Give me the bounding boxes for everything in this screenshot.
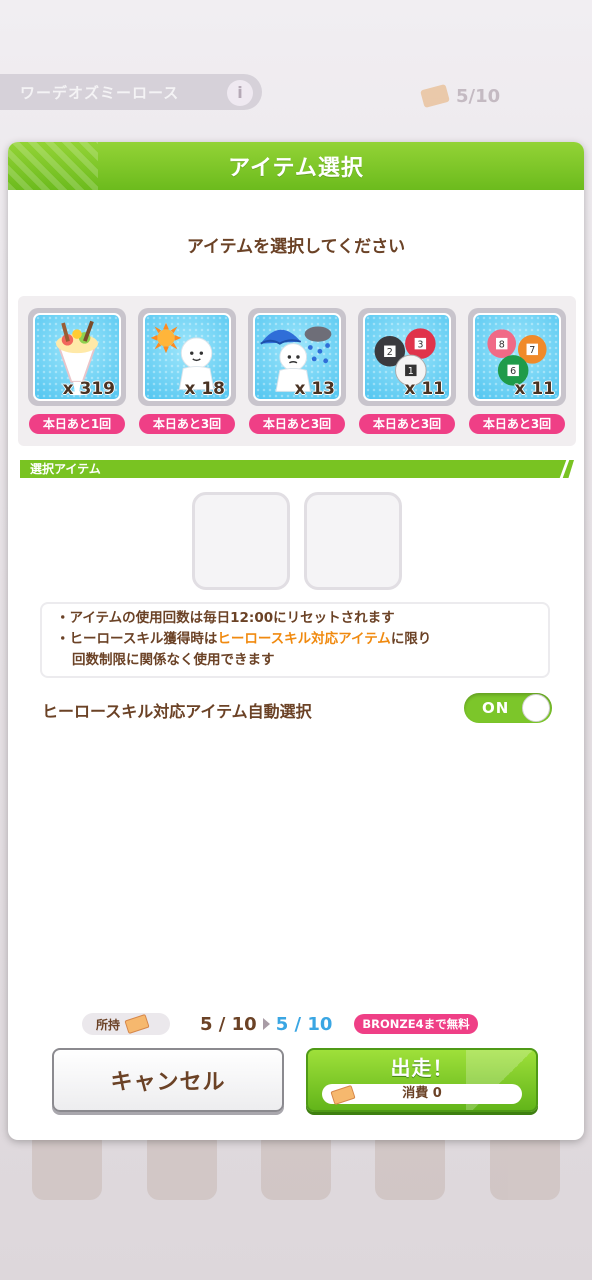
note-highlight: ヒーロースキル対応アイテム <box>217 631 391 647</box>
item-count: x 319 <box>62 379 115 399</box>
item-rainy-doll[interactable]: x 13 本日あと3回 <box>248 308 346 434</box>
note-line-1: ・アイテムの使用回数は毎日12:00にリセットされます <box>56 610 395 626</box>
dialog-title: アイテム選択 <box>228 156 364 181</box>
start-race-button[interactable]: 出走！ 消費 0 <box>306 1048 538 1112</box>
note-line-2: ・ヒーロースキル獲得時はヒーロースキル対応アイテムに限り <box>56 629 534 650</box>
item-card[interactable]: x 319 <box>28 308 126 406</box>
background-menu-tile <box>489 1130 560 1200</box>
usage-notes: ・アイテムの使用回数は毎日12:00にリセットされます ・ヒーロースキル獲得時は… <box>40 602 550 678</box>
selected-slot-2[interactable] <box>304 492 402 590</box>
items-panel: x 319 本日あと1回 x 18 本日あと3回 x 13 本日あと3回 2 3… <box>18 296 576 446</box>
free-until-badge: BRONZE4まで無料 <box>354 1014 478 1034</box>
cancel-button-label: キャンセル <box>110 1070 226 1095</box>
start-race-label: 出走！ <box>390 1056 454 1080</box>
note-line-3: 回数制限に関係なく使用できます <box>72 652 275 668</box>
dialog-prompt: アイテムを選択してください <box>186 237 406 257</box>
item-sunny-doll[interactable]: x 18 本日あと3回 <box>138 308 236 434</box>
item-card[interactable]: 8 7 6 x 11 <box>468 308 566 406</box>
svg-text:1: 1 <box>408 366 414 377</box>
svg-text:6: 6 <box>510 366 516 377</box>
item-parfait[interactable]: x 319 本日あと1回 <box>28 308 126 434</box>
item-card[interactable]: x 13 <box>248 308 346 406</box>
item-limit-badge: 本日あと3回 <box>139 414 235 434</box>
current-count: 5 / 10 <box>200 1013 257 1035</box>
selected-items-header: 選択アイテム <box>20 460 574 478</box>
note-line-2-post: に限り <box>390 631 432 647</box>
svg-text:7: 7 <box>529 345 535 356</box>
owned-label: 所持 <box>96 1017 121 1032</box>
dialog-header: アイテム選択 <box>8 142 584 190</box>
auto-select-label: ヒーロースキル対応アイテム自動選択 <box>42 702 312 721</box>
owned-pill: 所持 <box>82 1013 170 1035</box>
note-line-2-pre: ・ヒーロースキル獲得時は <box>56 631 218 647</box>
background-menu-tile <box>375 1130 446 1200</box>
toggle-state-label: ON <box>482 699 510 717</box>
background-counter-text: 5/10 <box>456 85 501 107</box>
background-ticket-counter: 5/10 <box>420 80 574 112</box>
item-count: x 18 <box>184 379 225 399</box>
item-card[interactable]: 2 3 1 x 11 <box>358 308 456 406</box>
item-limit-badge: 本日あと3回 <box>249 414 345 434</box>
next-count: 5 / 10 <box>275 1013 333 1035</box>
ticket-icon <box>420 83 450 109</box>
svg-text:3: 3 <box>417 339 423 350</box>
item-count: x 13 <box>294 379 335 399</box>
selected-slot-1[interactable] <box>192 492 290 590</box>
svg-text:2: 2 <box>387 347 393 358</box>
item-card[interactable]: x 18 <box>138 308 236 406</box>
item-select-dialog: アイテム選択 アイテムを選択してください x 319 本日あと1回 x 18 本… <box>8 142 584 1140</box>
item-count: x 11 <box>404 379 445 399</box>
ticket-icon <box>124 1013 150 1035</box>
item-limit-badge: 本日あと3回 <box>469 414 565 434</box>
background-menu-tile <box>32 1130 103 1200</box>
arrow-right-icon <box>262 1018 270 1030</box>
item-lottery-balls-123[interactable]: 2 3 1 x 11 本日あと3回 <box>358 308 456 434</box>
ticket-status-row: 所持 5 / 10 5 / 10 BRONZE4まで無料 <box>82 1012 478 1036</box>
svg-text:8: 8 <box>499 339 505 350</box>
background-event-title: ワーデオズミーロース <box>20 84 180 102</box>
cancel-button[interactable]: キャンセル <box>52 1048 284 1112</box>
background-menu-tile <box>260 1130 331 1200</box>
background-menu-tile <box>146 1130 217 1200</box>
background-bottom-menu <box>10 1130 582 1220</box>
info-icon: i <box>227 80 253 106</box>
item-limit-badge: 本日あと1回 <box>29 414 125 434</box>
item-limit-badge: 本日あと3回 <box>359 414 455 434</box>
item-count: x 11 <box>514 379 555 399</box>
auto-select-toggle[interactable]: ON <box>464 693 552 723</box>
item-lottery-balls-678[interactable]: 8 7 6 x 11 本日あと3回 <box>468 308 566 434</box>
toggle-knob <box>522 694 550 722</box>
selected-items-label: 選択アイテム <box>30 462 101 476</box>
